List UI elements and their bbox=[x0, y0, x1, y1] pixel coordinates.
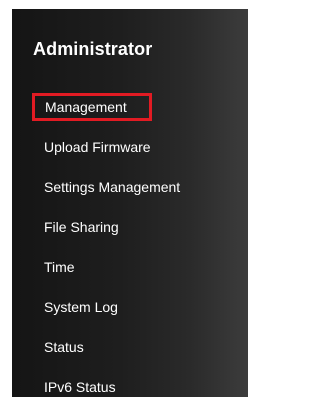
screenshot-frame: Administrator Management Upload Firmware… bbox=[0, 0, 260, 404]
administrator-sidebar: Administrator Management Upload Firmware… bbox=[12, 9, 248, 397]
sidebar-item-label: IPv6 Status bbox=[44, 379, 116, 395]
sidebar-item-label: Settings Management bbox=[44, 179, 181, 195]
sidebar-item-label: File Sharing bbox=[44, 219, 119, 235]
sidebar-item-ipv6-status[interactable]: IPv6 Status bbox=[15, 367, 251, 407]
sidebar-item-time[interactable]: Time bbox=[15, 247, 251, 287]
sidebar-item-label: Time bbox=[44, 259, 75, 275]
sidebar-item-label: Upload Firmware bbox=[44, 139, 151, 155]
sidebar-item-status[interactable]: Status bbox=[15, 327, 251, 367]
sidebar-item-label: System Log bbox=[44, 299, 118, 315]
sidebar-item-system-log[interactable]: System Log bbox=[15, 287, 251, 327]
sidebar-item-label: Management bbox=[32, 93, 152, 121]
sidebar-title: Administrator bbox=[33, 39, 153, 59]
sidebar-item-label: Status bbox=[44, 339, 84, 355]
sidebar-item-settings-management[interactable]: Settings Management bbox=[15, 167, 251, 207]
sidebar-item-upload-firmware[interactable]: Upload Firmware bbox=[15, 127, 251, 167]
sidebar-item-file-sharing[interactable]: File Sharing bbox=[15, 207, 251, 247]
sidebar-item-management[interactable]: Management bbox=[15, 87, 251, 127]
sidebar-menu: Management Upload Firmware Settings Mana… bbox=[15, 87, 251, 407]
